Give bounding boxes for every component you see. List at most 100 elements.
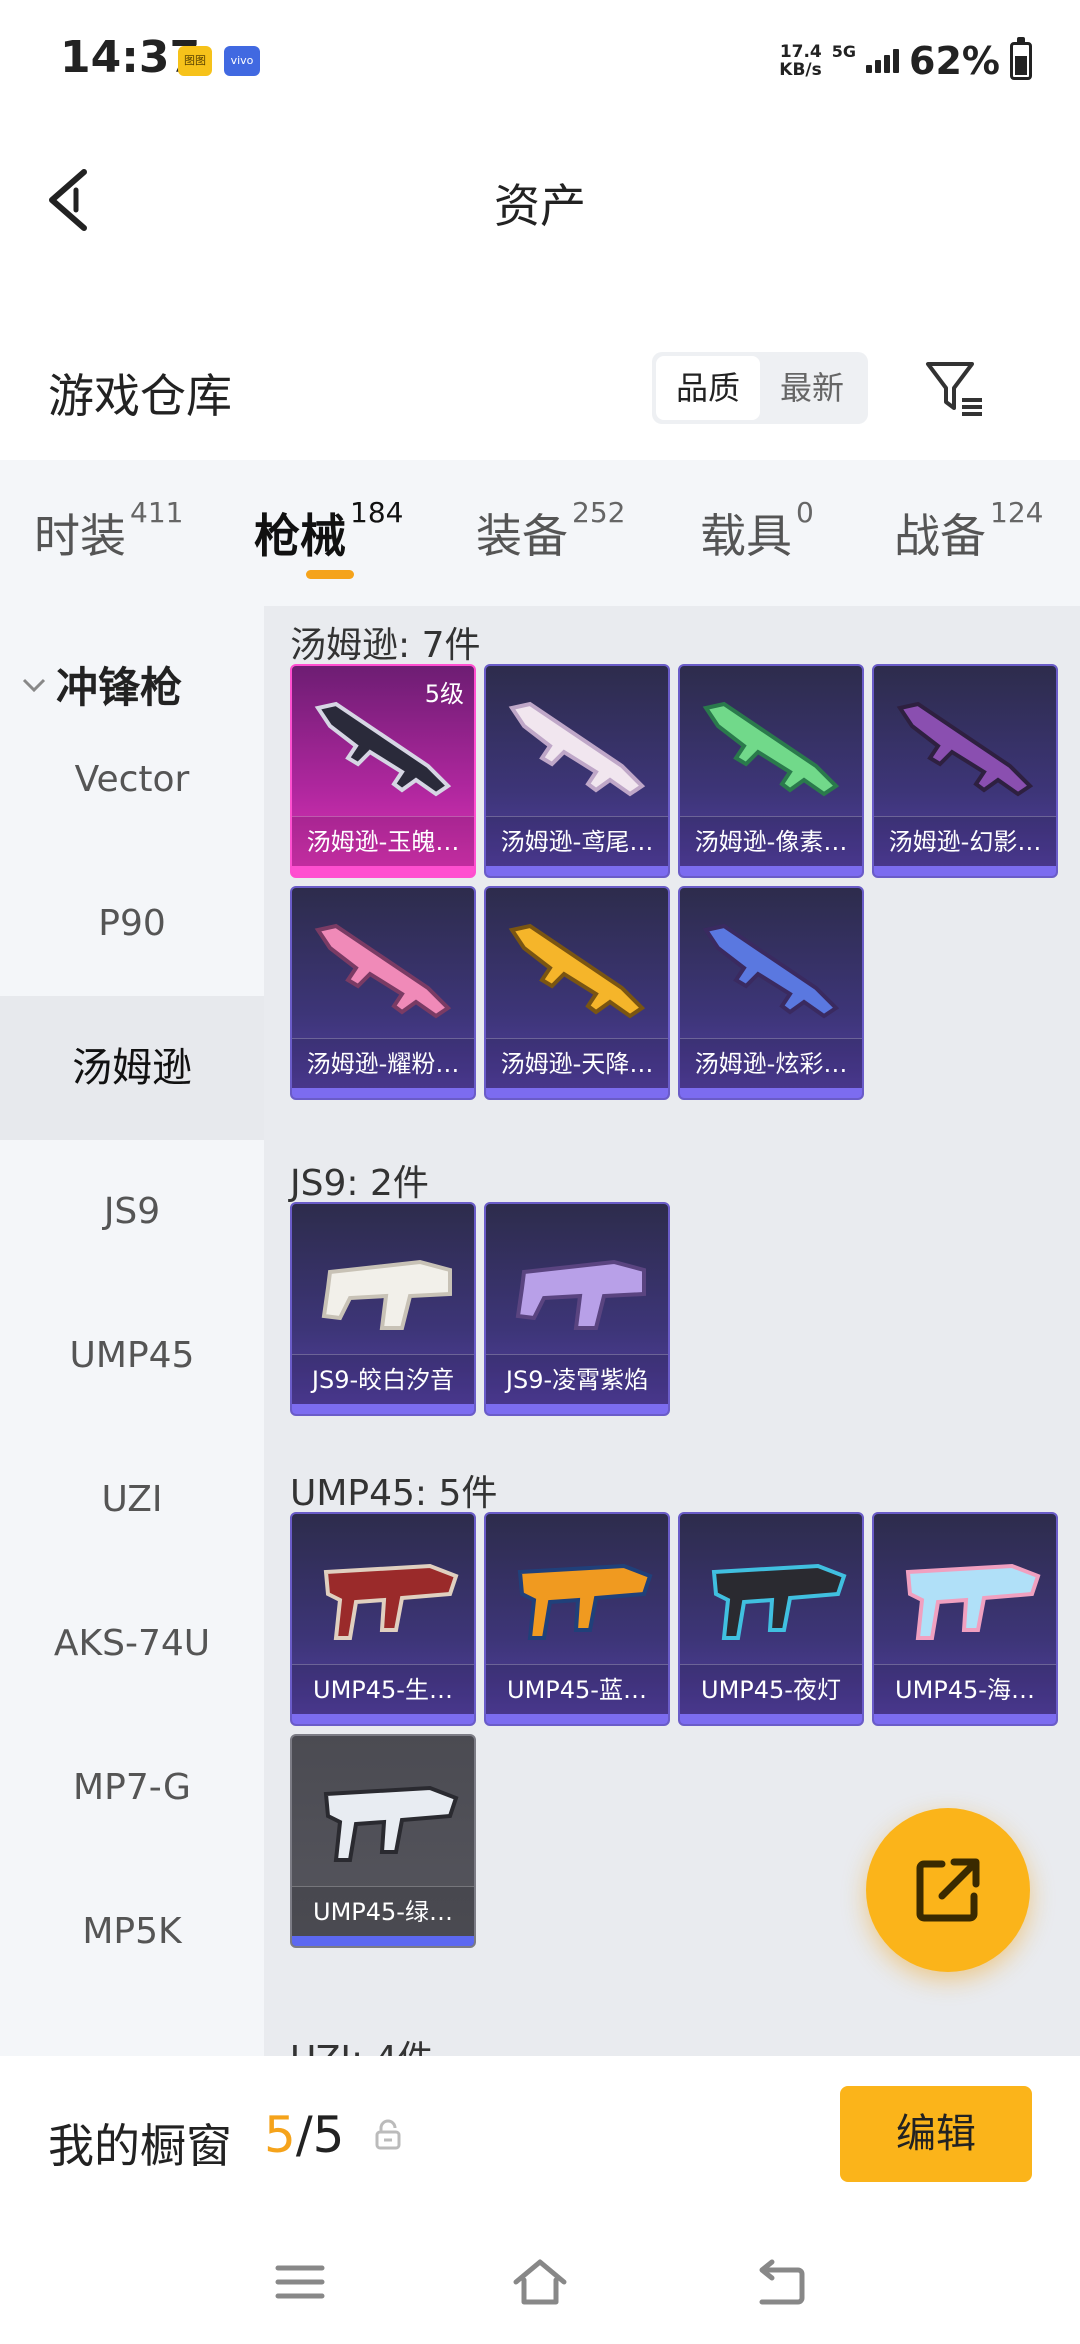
weapon-name: 汤姆逊-鸢尾… [486,816,668,866]
tab-label: 时装 [34,509,126,563]
rarity-bar [874,1714,1056,1724]
share-icon [916,1858,980,1922]
rarity-bar [874,866,1056,876]
weapon-card[interactable]: 汤姆逊-耀粉… [290,886,476,1100]
tab-firearms[interactable]: 枪械 184 [254,496,403,566]
rarity-bar [486,1714,668,1724]
edit-button[interactable]: 编辑 [840,2086,1032,2182]
weapon-card[interactable]: 5级 汤姆逊-玉魄… [290,664,476,878]
active-tab-indicator [306,570,354,579]
weapon-image [323,1785,459,1862]
section-title: JS9: 2件 [290,1163,429,1204]
weapon-image [905,1563,1041,1640]
rarity-bar [680,1714,862,1724]
sidebar-category-label: 冲锋枪 [56,663,183,712]
weapon-image [321,1259,452,1330]
rarity-bar [292,1404,474,1414]
weapon-card[interactable]: 汤姆逊-鸢尾… [484,664,670,878]
page-header: 资产 [0,140,1080,260]
weapon-card[interactable]: 汤姆逊-炫彩… [678,886,864,1100]
sidebar-item-vector[interactable]: Vector [0,708,264,852]
showcase-bar: 我的橱窗 5/5 编辑 [0,2056,1080,2216]
tab-count: 184 [350,496,404,529]
weapon-card[interactable]: 汤姆逊-像素… [678,664,864,878]
sidebar-item-uzi[interactable]: UZI [0,1428,264,1572]
rarity-bar [680,866,862,876]
weapon-card[interactable]: UMP45-海… [872,1512,1058,1726]
weapon-card[interactable]: 汤姆逊-天降… [484,886,670,1100]
tab-supplies[interactable]: 战备 124 [894,496,1043,566]
weapon-name: UMP45-生… [292,1664,474,1714]
sidebar-item-thompson[interactable]: 汤姆逊 [0,996,264,1140]
lock-icon [375,2119,401,2150]
tab-fashion[interactable]: 时装 411 [34,496,183,566]
weapon-image [517,1563,653,1640]
sidebar-item-aks74u[interactable]: AKS-74U [0,1572,264,1716]
tab-label: 枪械 [254,509,346,563]
sidebar-item-mp5k[interactable]: MP5K [0,1860,264,2004]
sidebar-item-mp7g[interactable]: MP7-G [0,1716,264,1860]
rarity-bar [292,1936,474,1946]
sort-quality-button[interactable]: 品质 [656,356,760,420]
sidebar-item-ump45[interactable]: UMP45 [0,1284,264,1428]
weapon-card[interactable]: UMP45-夜灯 [678,1512,864,1726]
sidebar-item-p90[interactable]: P90 [0,852,264,996]
section-title: UZI: 4件 [290,2030,433,2056]
sidebar-item-js9[interactable]: JS9 [0,1140,264,1284]
tab-label: 装备 [476,509,568,563]
network-speed-unit: KB/s [779,60,822,80]
back-nav-icon[interactable] [752,2258,808,2306]
weapon-image [896,701,1034,797]
rarity-bar [486,1088,668,1098]
showcase-total: /5 [295,2106,345,2164]
tab-equipment[interactable]: 装备 252 [476,496,625,566]
page-title: 资产 [494,179,586,233]
tab-count: 0 [796,496,814,529]
level-badge: 5级 [424,680,464,708]
weapon-card[interactable]: UMP45-绿… [290,1734,476,1948]
rarity-bar [486,1404,668,1414]
weapon-name: 汤姆逊-像素… [680,816,862,866]
tab-vehicles[interactable]: 载具 0 [700,496,814,566]
weapon-name: UMP45-蓝… [486,1664,668,1714]
weapon-name: UMP45-绿… [292,1886,474,1936]
weapon-card[interactable]: JS9-皎白汐音 [290,1202,476,1416]
showcase-count: 5/5 [264,2106,344,2164]
tab-label: 载具 [700,509,792,563]
tab-count: 252 [572,496,626,529]
network-speed-value: 17.4 [779,42,822,62]
home-icon[interactable] [512,2258,568,2306]
showcase-label: 我的橱窗 [48,2119,232,2173]
network-type: 5G [831,41,857,61]
sidebar-category[interactable]: 冲锋枪 [20,654,182,715]
system-nav-bar [0,2216,1080,2344]
sort-toggle: 品质 最新 [652,352,868,424]
status-indicators: 17.4 KB/s 5G 62% [779,36,1032,86]
sort-newest-button[interactable]: 最新 [760,356,864,420]
menu-icon[interactable] [272,2258,328,2306]
weapon-card[interactable]: UMP45-蓝… [484,1512,670,1726]
weapon-card[interactable]: JS9-凌霄紫焰 [484,1202,670,1416]
warehouse-title: 游戏仓库 [48,369,232,423]
network-speed: 17.4 KB/s [779,43,821,79]
weapon-name: UMP45-夜灯 [680,1664,862,1714]
weapon-image [314,923,452,1019]
weapon-name: JS9-凌霄紫焰 [486,1354,668,1404]
section-title: UMP45: 5件 [290,1473,498,1514]
battery-icon [1010,37,1032,80]
weapon-image [711,1563,847,1640]
share-button[interactable] [866,1808,1030,1972]
weapon-card[interactable]: 汤姆逊-幻影… [872,664,1058,878]
weapon-image [702,923,840,1019]
tab-count: 124 [990,496,1044,529]
weapon-image [508,923,646,1019]
category-tabs: 时装 411 枪械 184 装备 252 载具 0 战备 124 [0,460,1080,606]
tab-label: 战备 [894,509,986,563]
weapon-image [508,701,646,797]
weapon-name: 汤姆逊-耀粉… [292,1038,474,1088]
tab-count: 411 [130,496,184,529]
weapon-card[interactable]: UMP45-生… [290,1512,476,1726]
battery-percent: 62% [909,39,1000,83]
filter-button[interactable] [922,356,986,420]
status-bar: 14:37 图图 vivo 17.4 KB/s 5G 62% [0,0,1080,120]
